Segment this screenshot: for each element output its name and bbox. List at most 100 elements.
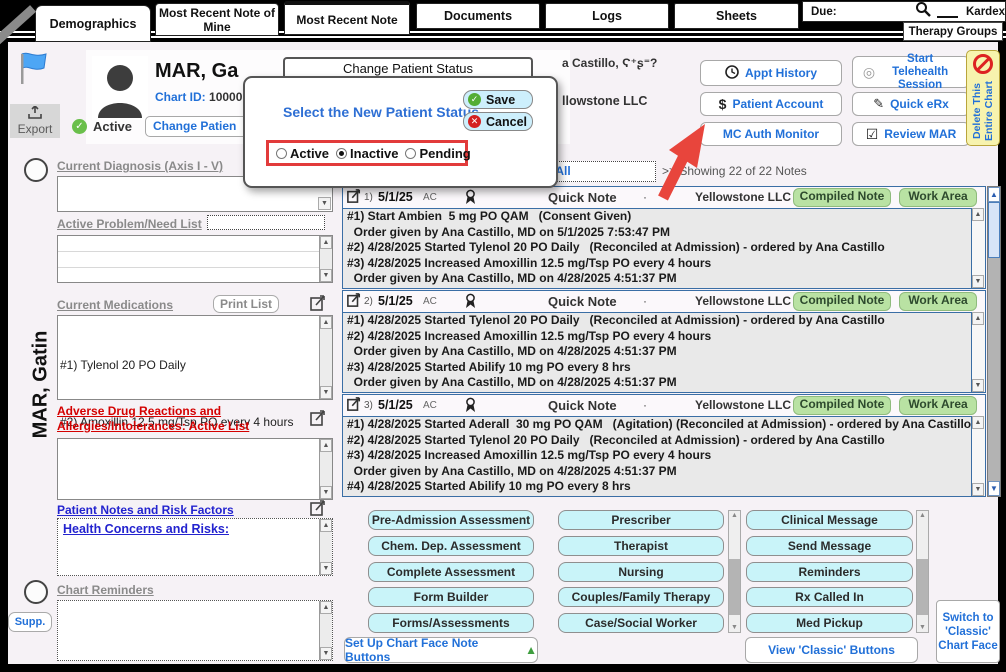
rx-called-in-button[interactable]: Rx Called In	[746, 587, 913, 607]
delete-entire-chart-button[interactable]: Delete This Entire Chart	[966, 50, 1000, 146]
chart-reminders-label[interactable]: Chart Reminders	[57, 583, 154, 597]
note-body[interactable]: #1) 4/28/2025 Started Tylenol 20 PO Dail…	[343, 312, 971, 392]
pre-admission-assessment-button[interactable]: Pre-Admission Assessment	[368, 510, 534, 530]
patient-notes-risk-label[interactable]: Patient Notes and Risk Factors	[57, 503, 234, 517]
active-problem-list-label[interactable]: Active Problem/Need List	[57, 217, 202, 231]
complete-assessment-button[interactable]: Complete Assessment	[368, 562, 534, 582]
tab-sheets[interactable]: Sheets	[674, 3, 799, 29]
save-button[interactable]: ✓ Save	[463, 90, 533, 109]
case-social-worker-button[interactable]: Case/Social Worker	[558, 613, 724, 633]
appt-history-button[interactable]: Appt History	[700, 60, 842, 86]
medications-scrollbar[interactable]: ▲ ▼	[319, 316, 332, 399]
edit-allergies-icon[interactable]	[310, 410, 326, 426]
tab-most-recent-note-of-mine[interactable]: Most Recent Note of Mine	[155, 3, 279, 36]
tab-logs[interactable]: Logs	[545, 3, 669, 29]
message-buttons-scrollbar[interactable]: ▲ ▼	[916, 510, 929, 633]
tab-kardex[interactable]: Kardex	[966, 6, 1005, 18]
compiled-note-button[interactable]: Compiled Note	[793, 188, 891, 207]
medication-item[interactable]: #1) Tylenol 20 PO Daily	[60, 356, 317, 375]
section-circle-button-bottom[interactable]	[24, 580, 48, 604]
scroll-up-icon[interactable]: ▲	[972, 416, 984, 429]
chem-dep-assessment-button[interactable]: Chem. Dep. Assessment	[368, 536, 534, 556]
scroll-down-icon[interactable]: ▼	[917, 624, 928, 631]
edit-medications-icon[interactable]	[310, 295, 326, 311]
reminders-button[interactable]: Reminders	[746, 562, 913, 582]
note-buttons-scrollbar[interactable]: ▲ ▼	[728, 510, 741, 633]
active-problem-listbox[interactable]: ▲ ▼	[57, 235, 333, 283]
scroll-down-icon[interactable]: ▼	[972, 483, 984, 496]
chart-reminders-listbox[interactable]: ▲ ▼	[57, 600, 333, 661]
scroll-down-icon[interactable]: ▼	[320, 486, 332, 499]
scroll-down-icon[interactable]: ▼	[320, 269, 332, 282]
work-area-button[interactable]: Work Area	[899, 396, 977, 415]
note-body[interactable]: #1) Start Ambien 5 mg PO QAM (Consent Gi…	[343, 208, 971, 288]
mc-auth-monitor-button[interactable]: MC Auth Monitor	[700, 122, 842, 146]
health-concerns-scrollbar[interactable]: ▲ ▼	[319, 519, 332, 575]
note-scrollbar[interactable]: ▲ ▼	[971, 208, 985, 288]
quick-erx-button[interactable]: ✎ Quick eRx	[852, 92, 970, 116]
medications-listbox[interactable]: #1) Tylenol 20 PO Daily #2) Amoxillin 12…	[57, 315, 333, 400]
edit-patient-notes-icon[interactable]	[310, 500, 326, 516]
scroll-down-icon[interactable]: ▼	[320, 386, 332, 399]
prescriber-button[interactable]: Prescriber	[558, 510, 724, 530]
scroll-down-icon[interactable]: ▼	[972, 379, 984, 392]
start-telehealth-button[interactable]: ◎ Start Telehealth Session	[852, 56, 970, 88]
forms-assessments-button[interactable]: Forms/Assessments	[368, 613, 534, 633]
clinical-message-button[interactable]: Clinical Message	[746, 510, 913, 530]
allergies-scrollbar[interactable]: ▲ ▼	[319, 439, 332, 499]
open-note-icon[interactable]	[347, 293, 361, 312]
compiled-note-button[interactable]: Compiled Note	[793, 396, 891, 415]
print-list-button[interactable]: Print List	[213, 295, 279, 313]
health-concerns-link[interactable]: Health Concerns and Risks:	[63, 522, 229, 536]
scroll-down-icon[interactable]: ▼	[972, 275, 984, 288]
scroll-up-icon[interactable]: ▲	[972, 312, 984, 325]
health-concerns-listbox[interactable]: Health Concerns and Risks: ▲ ▼	[57, 518, 333, 576]
therapist-button[interactable]: Therapist	[558, 536, 724, 556]
review-mar-button[interactable]: ☑ Review MAR	[852, 122, 970, 146]
scroll-down-icon[interactable]: ▼	[729, 624, 740, 631]
problem-list-filter-button[interactable]	[207, 215, 325, 230]
scroll-down-icon[interactable]: ▼	[320, 647, 332, 660]
search-icon[interactable]	[915, 1, 931, 22]
tab-most-recent-note[interactable]: Most Recent Note	[284, 1, 410, 35]
note-scrollbar[interactable]: ▲ ▼	[971, 312, 985, 392]
radio-inactive[interactable]: Inactive	[336, 146, 398, 161]
section-circle-button-top[interactable]	[24, 158, 48, 182]
current-diagnosis-label[interactable]: Current Diagnosis (Axis I - V)	[57, 159, 223, 173]
scroll-up-icon[interactable]: ▲	[320, 519, 332, 532]
open-note-icon[interactable]	[347, 189, 361, 208]
open-note-icon[interactable]	[347, 397, 361, 416]
send-message-button[interactable]: Send Message	[746, 536, 913, 556]
due-input[interactable]	[937, 6, 958, 18]
scroll-up-icon[interactable]: ▲	[320, 439, 332, 452]
radio-active[interactable]: Active	[276, 146, 329, 161]
tab-demographics[interactable]: Demographics	[35, 5, 151, 42]
note-body[interactable]: #1) 4/28/2025 Started Aderall 30 mg PO Q…	[343, 416, 971, 496]
scrollbar-thumb[interactable]	[988, 202, 1000, 258]
flag-icon[interactable]	[18, 52, 48, 91]
couples-family-therapy-button[interactable]: Couples/Family Therapy	[558, 587, 724, 607]
scroll-up-icon[interactable]: ▲	[972, 208, 984, 221]
work-area-button[interactable]: Work Area	[899, 292, 977, 311]
scrollbar-thumb[interactable]	[729, 559, 740, 615]
scroll-down-icon[interactable]: ▼	[320, 562, 332, 575]
scroll-up-icon[interactable]: ▲	[320, 236, 332, 249]
scroll-up-icon[interactable]: ▲	[988, 187, 1000, 202]
work-area-button[interactable]: Work Area	[899, 188, 977, 207]
supp-button[interactable]: Supp.	[8, 612, 52, 632]
patient-account-button[interactable]: $ Patient Account	[700, 92, 842, 116]
chart-reminders-scrollbar[interactable]: ▲ ▼	[319, 601, 332, 660]
allergies-listbox[interactable]: ▲ ▼	[57, 438, 333, 500]
setup-chart-face-note-buttons-button[interactable]: Set Up Chart Face Note Buttons ▲	[344, 637, 538, 663]
scroll-up-icon[interactable]: ▲	[917, 512, 928, 519]
adverse-reactions-label[interactable]: Adverse Drug Reactions and Allergies/Int…	[57, 404, 267, 434]
view-classic-buttons-button[interactable]: View 'Classic' Buttons	[745, 637, 918, 663]
current-medications-label[interactable]: Current Medications	[57, 298, 173, 312]
export-button[interactable]: Export	[10, 104, 60, 138]
scroll-up-icon[interactable]: ▲	[320, 601, 332, 614]
cancel-button[interactable]: ✕ Cancel	[463, 112, 533, 131]
med-pickup-button[interactable]: Med Pickup	[746, 613, 913, 633]
nursing-button[interactable]: Nursing	[558, 562, 724, 582]
tab-documents[interactable]: Documents	[416, 3, 540, 29]
switch-to-classic-chart-face-button[interactable]: Switch to 'Classic' Chart Face	[936, 600, 1000, 663]
